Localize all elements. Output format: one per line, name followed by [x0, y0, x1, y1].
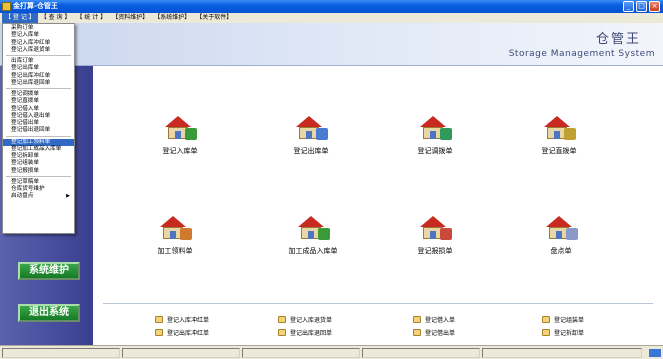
tile-material-requisition[interactable]: 加工领料单	[125, 216, 225, 256]
menu-option-highlighted[interactable]: 登记加工领料单	[3, 138, 74, 146]
menu-system-maintenance[interactable]: 【系统维护】	[151, 13, 193, 23]
tile-label: 登记出库单	[293, 147, 329, 155]
folder-icon	[542, 316, 550, 323]
status-cell	[122, 348, 240, 358]
maximize-button[interactable]: □	[636, 1, 647, 12]
exit-system-button[interactable]: 退出系统	[18, 304, 80, 322]
tile-label: 登记直拨单	[541, 147, 577, 155]
brand-subtitle: Storage Management System	[508, 49, 655, 59]
tile-stock-out[interactable]: 登记出库单	[261, 116, 361, 156]
folder-icon	[542, 329, 550, 336]
finished-goods-icon	[296, 216, 330, 242]
tile-transfer[interactable]: 登记调拨单	[385, 116, 485, 156]
link-disassembly[interactable]: 登记拆卸单	[542, 328, 584, 337]
folder-icon	[155, 316, 163, 323]
menu-option[interactable]: 登记草稿单	[3, 179, 74, 186]
menu-bar: 【 登 记 】 【 查 询 】 【 统 计 】 【资料维护】 【系统维护】 【关…	[0, 13, 663, 23]
tile-damage-report[interactable]: 登记报损单	[385, 216, 485, 256]
folder-icon	[413, 316, 421, 323]
direct-transfer-icon	[542, 116, 576, 142]
tile-label: 登记报损单	[417, 247, 453, 255]
damage-report-icon	[418, 216, 452, 242]
menu-option[interactable]: 登记借入退出单	[3, 113, 74, 120]
tile-label: 登记入库单	[162, 147, 198, 155]
menu-option[interactable]: 登记入库退货单	[3, 47, 74, 54]
tile-stock-in[interactable]: 登记入库单	[130, 116, 230, 156]
resize-grip-icon[interactable]	[649, 349, 661, 357]
menu-option[interactable]: 登记加工成品入库单	[3, 146, 74, 153]
menu-option[interactable]: 登记出库退回单	[3, 80, 74, 87]
menu-option[interactable]: 登记借入单	[3, 106, 74, 113]
menu-option-submenu[interactable]: 启动盘点 ▶	[3, 193, 74, 200]
menu-option[interactable]: 登记借出退回单	[3, 127, 74, 134]
minimize-button[interactable]: _	[623, 1, 634, 12]
warehouse-in-icon	[163, 116, 197, 142]
folder-icon	[413, 329, 421, 336]
warehouse-transfer-icon	[418, 116, 452, 142]
menu-query[interactable]: 【 查 询 】	[38, 13, 74, 23]
main-panel: 登记入库单 登记出库单 登记调拨单 登记直拨单 加工领料单 加工成品入库单 登记…	[93, 66, 663, 345]
tile-label: 登记调拨单	[417, 147, 453, 155]
close-button[interactable]: ×	[649, 1, 660, 12]
menu-option[interactable]: 登记直拨单	[3, 98, 74, 105]
window-title: 金打算-仓管王	[13, 2, 58, 10]
tile-label: 加工成品入库单	[288, 247, 338, 255]
tile-label: 盘点单	[550, 247, 572, 255]
tile-finished-goods-in[interactable]: 加工成品入库单	[263, 216, 363, 256]
menu-option[interactable]: 登记出库冲红单	[3, 73, 74, 80]
inventory-count-icon	[544, 216, 578, 242]
link-stock-in-return[interactable]: 登记入库退货单	[278, 315, 332, 324]
status-cell	[362, 348, 480, 358]
material-requisition-icon	[158, 216, 192, 242]
menu-option[interactable]: 登记组装单	[3, 160, 74, 167]
app-icon	[2, 2, 11, 11]
link-stock-in-reversal[interactable]: 登记入库冲红单	[155, 315, 209, 324]
link-lend-out[interactable]: 登记借出单	[413, 328, 455, 337]
menu-data-maintenance[interactable]: 【资料维护】	[109, 13, 151, 23]
menu-about[interactable]: 【关于软件】	[193, 13, 235, 23]
status-cell	[2, 348, 120, 358]
folder-icon	[278, 329, 286, 336]
folder-icon	[278, 316, 286, 323]
system-maintenance-button[interactable]: 系统维护	[18, 262, 80, 280]
register-dropdown-menu: 采购订单 登记入库单 登记入库冲红单 登记入库退货单 出库订单 登记出库单 登记…	[2, 23, 75, 234]
menu-statistics[interactable]: 【 统 计 】	[73, 13, 109, 23]
menu-option[interactable]: 登记入库单	[3, 32, 74, 39]
status-cell	[242, 348, 360, 358]
menu-option[interactable]: 登记出库单	[3, 65, 74, 72]
tile-label: 加工领料单	[157, 247, 193, 255]
warehouse-out-icon	[294, 116, 328, 142]
title-bar: 金打算-仓管王 _ □ ×	[0, 0, 663, 13]
link-stock-out-reversal[interactable]: 登记出库冲红单	[155, 328, 209, 337]
tile-inventory-count[interactable]: 盘点单	[511, 216, 611, 256]
submenu-arrow-icon: ▶	[66, 193, 70, 200]
status-cell	[482, 348, 642, 358]
folder-icon	[155, 329, 163, 336]
link-stock-out-return[interactable]: 登记出库退回单	[278, 328, 332, 337]
tile-direct-transfer[interactable]: 登记直拨单	[509, 116, 609, 156]
menu-option[interactable]: 登记报损单	[3, 168, 74, 175]
header-banner: 仓管王 Storage Management System	[0, 23, 663, 66]
link-assembly[interactable]: 登记组装单	[542, 315, 584, 324]
menu-option[interactable]: 登记入库冲红单	[3, 40, 74, 47]
link-borrow-in[interactable]: 登记借入单	[413, 315, 455, 324]
status-bar	[0, 345, 663, 359]
brand-name: 仓管王	[595, 32, 641, 47]
menu-register[interactable]: 【 登 记 】	[2, 13, 38, 23]
divider	[103, 303, 653, 304]
